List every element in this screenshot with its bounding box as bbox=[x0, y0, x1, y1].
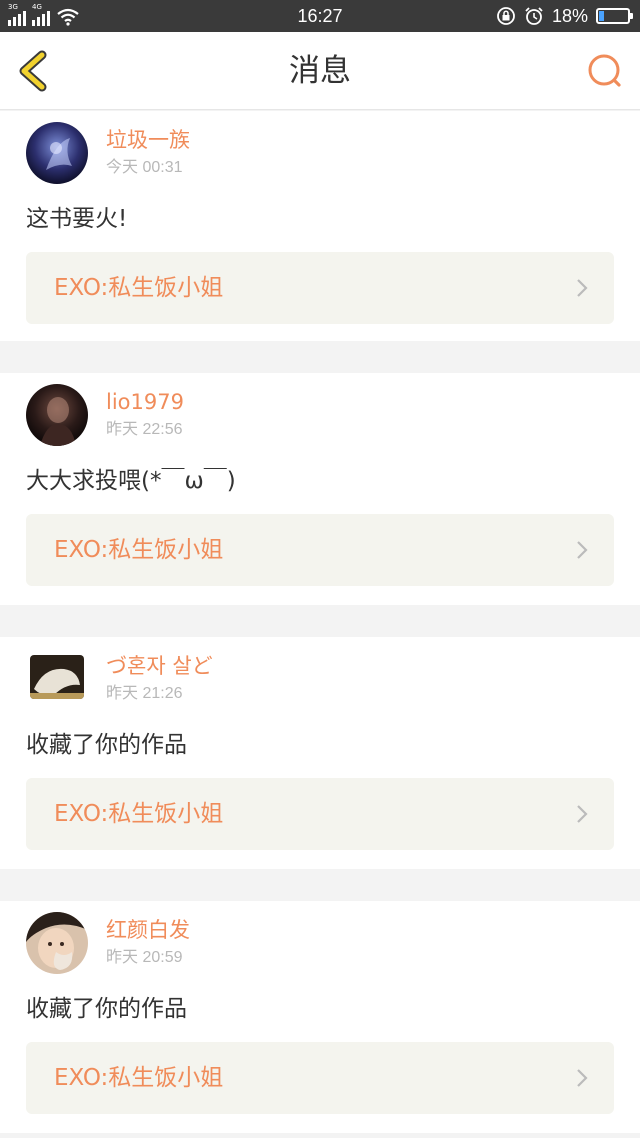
message-text: 大大求投喂(*￣ω￣) bbox=[26, 468, 236, 494]
avatar-image bbox=[30, 655, 84, 699]
message-list: 垃圾一族 今天 00:31 这书要火! EXO:私生饭小姐 lio1979 昨天… bbox=[0, 111, 640, 1138]
user-name[interactable]: 垃圾一族 bbox=[106, 127, 190, 153]
chevron-right-icon bbox=[577, 279, 588, 297]
book-title: EXO:私生饭小姐 bbox=[54, 1065, 224, 1091]
book-title: EXO:私生饭小姐 bbox=[54, 537, 224, 563]
list-item: づ혼자 살ど 昨天 21:26 收藏了你的作品 EXO:私生饭小姐 bbox=[0, 637, 640, 869]
lock-rotation-icon bbox=[497, 7, 515, 25]
alarm-icon bbox=[525, 7, 543, 25]
chevron-right-icon bbox=[577, 1069, 588, 1087]
avatar-image bbox=[26, 122, 88, 184]
chevron-right-icon bbox=[577, 805, 588, 823]
book-link[interactable]: EXO:私生饭小姐 bbox=[26, 514, 614, 586]
user-name[interactable]: lio1979 bbox=[106, 389, 184, 415]
book-link[interactable]: EXO:私生饭小姐 bbox=[26, 1042, 614, 1114]
battery-percent: 18% bbox=[551, 6, 588, 26]
avatar[interactable] bbox=[26, 912, 88, 974]
message-time: 昨天 20:59 bbox=[106, 949, 183, 966]
page-title: 消息 bbox=[289, 53, 351, 89]
battery-fill bbox=[599, 11, 604, 21]
avatar-image bbox=[26, 384, 88, 446]
message-time: 今天 00:31 bbox=[106, 159, 183, 176]
search-icon[interactable] bbox=[586, 52, 624, 90]
user-name[interactable]: づ혼자 살ど bbox=[106, 653, 213, 679]
chevron-right-icon bbox=[577, 541, 588, 559]
book-title: EXO:私生饭小姐 bbox=[54, 275, 224, 301]
status-right: 18% bbox=[496, 6, 633, 26]
book-link[interactable]: EXO:私生饭小姐 bbox=[26, 252, 614, 324]
message-text: 收藏了你的作品 bbox=[26, 996, 187, 1022]
avatar[interactable] bbox=[30, 655, 84, 699]
message-time: 昨天 21:26 bbox=[106, 685, 183, 702]
book-title: EXO:私生饭小姐 bbox=[54, 801, 224, 827]
list-item: lio1979 昨天 22:56 大大求投喂(*￣ω￣) EXO:私生饭小姐 bbox=[0, 373, 640, 605]
message-time: 昨天 22:56 bbox=[106, 421, 183, 438]
battery-icon bbox=[596, 8, 633, 24]
avatar[interactable] bbox=[26, 384, 88, 446]
message-text: 收藏了你的作品 bbox=[26, 732, 187, 758]
message-text: 这书要火! bbox=[26, 206, 128, 232]
avatar-image bbox=[26, 912, 88, 974]
avatar[interactable] bbox=[26, 122, 88, 184]
book-link[interactable]: EXO:私生饭小姐 bbox=[26, 778, 614, 850]
nav-header: 消息 bbox=[0, 32, 640, 110]
status-bar: 3G 4G 16:27 18% bbox=[0, 0, 640, 32]
list-item: 垃圾一族 今天 00:31 这书要火! EXO:私生饭小姐 bbox=[0, 111, 640, 341]
user-name[interactable]: 红颜白发 bbox=[106, 917, 190, 943]
list-item: 红颜白发 昨天 20:59 收藏了你的作品 EXO:私生饭小姐 bbox=[0, 901, 640, 1133]
